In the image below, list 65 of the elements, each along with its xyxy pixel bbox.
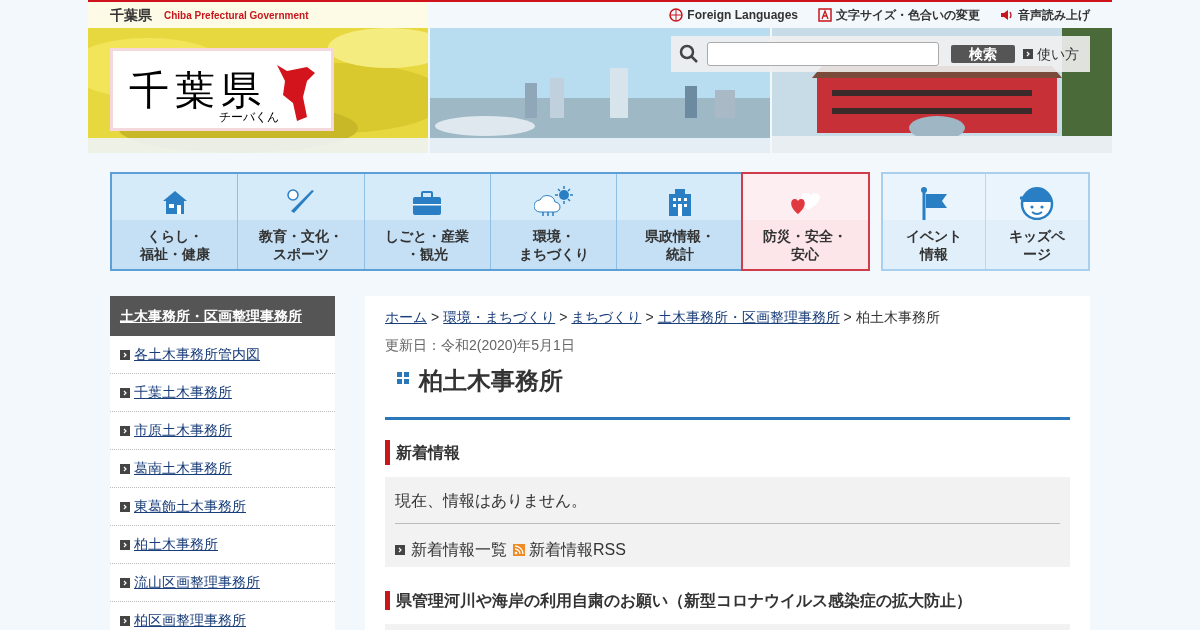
- nav-tab[interactable]: くらし・ 福祉・健康: [112, 174, 238, 269]
- utility-link[interactable]: Foreign Languages: [669, 6, 798, 24]
- speaker-icon: [1000, 8, 1014, 22]
- flag-icon: [919, 186, 949, 220]
- sidebar-heading-link[interactable]: 土木事務所・区画整理事務所: [120, 305, 302, 327]
- sidebar-link[interactable]: 流山区画整理事務所: [134, 572, 260, 593]
- site-name: 千葉県: [110, 5, 152, 25]
- arrow-icon: [120, 539, 130, 550]
- breadcrumb-link[interactable]: 環境・まちづくり: [443, 308, 556, 326]
- sidebar-link[interactable]: 市原土木事務所: [134, 420, 232, 441]
- utility-link[interactable]: 文字サイズ・色合いの変更: [818, 6, 980, 24]
- sidebar-link[interactable]: 柏区画整理事務所: [134, 610, 246, 630]
- utility-link[interactable]: 音声読み上げ: [1000, 6, 1090, 24]
- section-heading: 新着情報: [385, 440, 1070, 465]
- briefcase-icon: [412, 190, 443, 216]
- breadcrumb-separator: >: [843, 308, 852, 326]
- rss-icon: [513, 544, 525, 556]
- breadcrumb-link[interactable]: 土木事務所・区画整理事務所: [657, 308, 840, 326]
- letter-a-icon: [818, 8, 832, 22]
- breadcrumb-current: 柏土木事務所: [855, 308, 940, 326]
- page-title: 柏土木事務所: [419, 366, 563, 396]
- breadcrumb-separator: >: [559, 308, 568, 326]
- arrow-icon: [120, 387, 130, 398]
- smiling-face-icon: [1019, 186, 1055, 220]
- site-name-english: Chiba Prefectural Government: [164, 8, 309, 23]
- nav-tab[interactable]: イベント 情報: [883, 174, 985, 269]
- arrow-icon: [120, 463, 130, 474]
- globe-icon: [669, 8, 684, 22]
- nav-tab[interactable]: 環境・ まちづくり: [490, 174, 617, 269]
- search-button[interactable]: 検索: [951, 45, 1015, 63]
- nav-tab[interactable]: しごと・産業 ・観光: [363, 174, 490, 269]
- help-link[interactable]: 使い方: [1023, 43, 1079, 65]
- rss-link[interactable]: 新着情報RSS: [513, 538, 626, 562]
- sidebar-link[interactable]: 東葛飾土木事務所: [134, 496, 246, 517]
- breadcrumb-link[interactable]: ホーム: [385, 308, 427, 326]
- arrow-icon: [120, 577, 130, 588]
- breadcrumb-link[interactable]: まちづくり: [571, 308, 642, 326]
- arrow-icon: [1023, 49, 1033, 59]
- logo-card[interactable]: 千葉県 チーバくん: [110, 48, 334, 131]
- updated-date: 更新日：令和2(2020)年5月1日: [385, 336, 576, 355]
- building-icon: [666, 188, 693, 216]
- sidebar-link[interactable]: 各土木事務所管内図: [134, 344, 260, 365]
- arrow-icon: [120, 501, 130, 512]
- sidebar-link[interactable]: 柏土木事務所: [134, 534, 218, 555]
- breadcrumb-separator: >: [645, 308, 654, 326]
- search-icon: [679, 44, 699, 64]
- nav-tab[interactable]: 防災・安全・ 安心: [742, 174, 868, 269]
- sidebar-link[interactable]: 千葉土木事務所: [134, 382, 232, 403]
- search-field[interactable]: [707, 42, 939, 66]
- arrow-icon: [395, 545, 405, 555]
- nav-tab[interactable]: キッズペ ージ: [985, 174, 1088, 269]
- sidebar-link[interactable]: 葛南土木事務所: [134, 458, 232, 479]
- section-heading: 県管理河川や海岸の利用自粛のお願い（新型コロナウイルス感染症の拡大防止）: [385, 591, 1070, 610]
- weather-icon: [533, 186, 574, 216]
- news-message: 現在、情報はありません。: [395, 477, 1060, 524]
- nav-tab[interactable]: 県政情報・ 統計: [616, 174, 743, 269]
- breadcrumb-separator: >: [431, 308, 440, 326]
- logo-text: 千葉県: [129, 69, 267, 110]
- logo-caption: チーバくん: [219, 109, 279, 126]
- arrow-icon: [120, 615, 130, 626]
- news-list-link[interactable]: 新着情報一覧: [411, 538, 507, 562]
- arrow-icon: [120, 349, 130, 360]
- squares-icon: [397, 372, 409, 384]
- nav-tab[interactable]: 教育・文化・ スポーツ: [237, 174, 364, 269]
- arrow-icon: [120, 425, 130, 436]
